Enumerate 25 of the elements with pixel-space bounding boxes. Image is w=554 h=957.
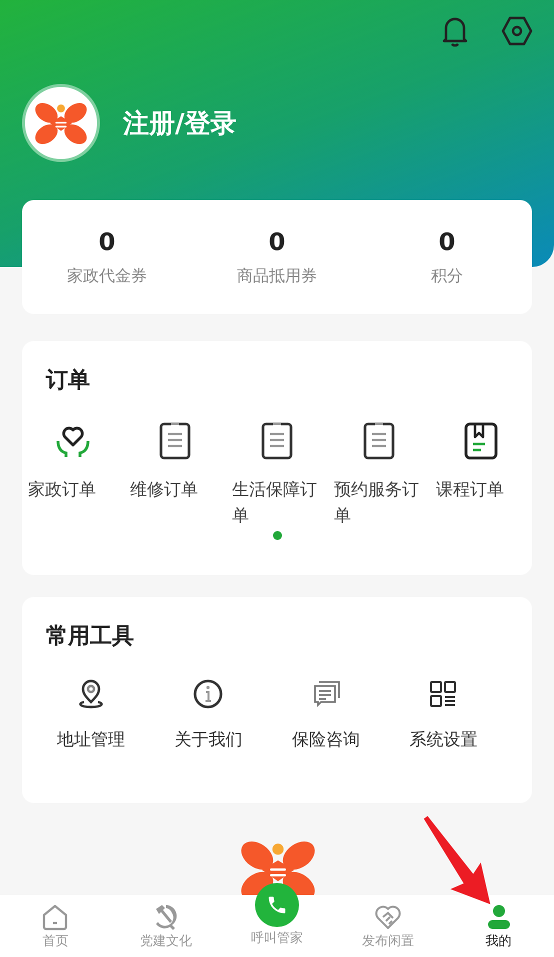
bee-logo-icon bbox=[33, 100, 89, 146]
menu-item-label[interactable]: 家政订单 bbox=[28, 477, 124, 503]
menu-item-label[interactable]: 预约服务订单 bbox=[334, 477, 430, 529]
phone-icon[interactable] bbox=[254, 883, 299, 927]
nav-tab[interactable]: 我的 bbox=[443, 895, 554, 957]
menu-item-label[interactable]: 维修订单 bbox=[130, 477, 226, 503]
stat-value: 0 bbox=[268, 227, 286, 257]
settings-icon[interactable] bbox=[501, 16, 533, 46]
page-indicator bbox=[273, 531, 282, 540]
menu-item-label[interactable]: 地址管理 bbox=[56, 727, 125, 753]
section-title: 订单 bbox=[46, 367, 90, 395]
section-title: 常用工具 bbox=[46, 623, 134, 651]
bell-icon[interactable] bbox=[440, 15, 470, 47]
stat-label[interactable]: 积分 bbox=[431, 265, 463, 287]
stat-value: 0 bbox=[98, 227, 116, 257]
stat-value: 0 bbox=[438, 227, 456, 257]
stat-label[interactable]: 家政代金券 bbox=[67, 265, 147, 287]
menu-item-label[interactable]: 生活保障订单 bbox=[232, 477, 328, 529]
stat-label[interactable]: 商品抵用券 bbox=[237, 265, 317, 287]
info-icon[interactable] bbox=[191, 677, 226, 711]
menu-item-label[interactable]: 保险咨询 bbox=[292, 727, 360, 753]
menu-item-label[interactable]: 系统设置 bbox=[409, 727, 478, 753]
home-icon bbox=[41, 902, 70, 930]
menu-item-label[interactable]: 课程订单 bbox=[436, 477, 532, 503]
menu-item-label[interactable]: 关于我们 bbox=[174, 727, 242, 753]
